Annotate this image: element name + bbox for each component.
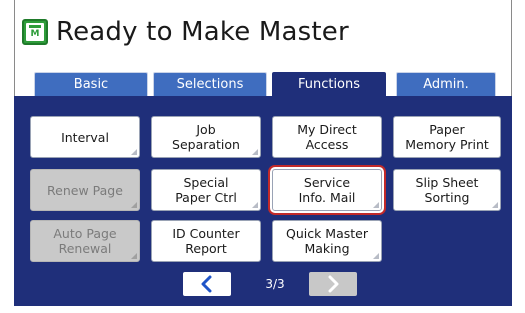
master-icon: M [22, 19, 48, 45]
job-separation-button-label: Job Separation [172, 122, 240, 152]
button-corner-mark [373, 253, 379, 259]
service-info-mail-button[interactable]: Service Info. Mail [272, 169, 382, 211]
button-corner-mark [131, 149, 137, 155]
tab-admin[interactable]: Admin. [396, 72, 496, 96]
page-indicator: 3/3 [265, 277, 285, 291]
prev-page-button[interactable] [183, 272, 231, 296]
master-icon-inner: M [26, 23, 44, 41]
auto-page-renewal-button[interactable]: Auto Page Renewal [30, 220, 140, 262]
master-icon-letter: M [30, 29, 40, 39]
service-info-mail-button-label: Service Info. Mail [298, 175, 356, 205]
paper-memory-print-button[interactable]: Paper Memory Print [393, 116, 501, 158]
auto-page-renewal-button-label: Auto Page Renewal [53, 226, 117, 256]
interval-button[interactable]: Interval [30, 116, 140, 158]
id-counter-report-button-label: ID Counter Report [172, 226, 240, 256]
special-paper-ctrl-button[interactable]: Special Paper Ctrl [151, 169, 261, 211]
slip-sheet-sorting-button[interactable]: Slip Sheet Sorting [393, 169, 501, 211]
button-corner-mark [252, 202, 258, 208]
id-counter-report-button[interactable]: ID Counter Report [151, 220, 261, 262]
my-direct-access-button[interactable]: My Direct Access [272, 116, 382, 158]
special-paper-ctrl-button-label: Special Paper Ctrl [175, 175, 237, 205]
button-corner-mark [492, 202, 498, 208]
chevron-left-icon [201, 275, 212, 293]
tab-bar: Basic Selections Functions Admin. [14, 72, 512, 96]
master-icon-bar [29, 25, 41, 28]
paper-memory-print-button-label: Paper Memory Print [405, 122, 489, 152]
quick-master-making-button[interactable]: Quick Master Making [272, 220, 382, 262]
my-direct-access-button-label: My Direct Access [297, 122, 357, 152]
slip-sheet-sorting-button-label: Slip Sheet Sorting [415, 175, 479, 205]
renew-page-button-label: Renew Page [47, 182, 123, 198]
interval-button-label: Interval [61, 129, 109, 145]
tab-basic[interactable]: Basic [34, 72, 148, 96]
page-title: Ready to Make Master [56, 17, 349, 47]
next-page-button[interactable] [309, 272, 357, 296]
tab-selections[interactable]: Selections [153, 72, 267, 96]
quick-master-making-button-label: Quick Master Making [285, 226, 368, 256]
button-corner-mark [252, 149, 258, 155]
header: M Ready to Make Master [22, 12, 349, 52]
functions-panel: Interval Job Separation My Direct Access… [14, 96, 512, 306]
button-corner-mark [373, 202, 379, 208]
chevron-right-icon [328, 275, 339, 293]
button-corner-mark [131, 202, 137, 208]
tab-functions[interactable]: Functions [272, 72, 386, 96]
button-corner-mark [131, 253, 137, 259]
job-separation-button[interactable]: Job Separation [151, 116, 261, 158]
renew-page-button[interactable]: Renew Page [30, 169, 140, 211]
